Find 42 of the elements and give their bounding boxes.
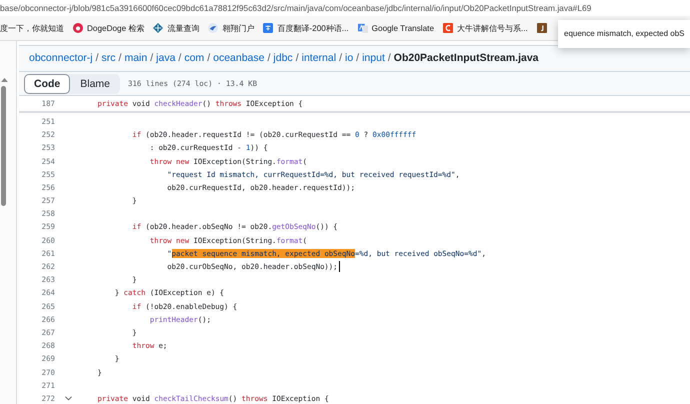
path-link[interactable]: obconnector-j bbox=[29, 52, 93, 64]
current-file-name: Ob20PacketInputStream.java bbox=[394, 52, 539, 64]
chevron-icon[interactable] bbox=[65, 396, 72, 401]
path-separator: / bbox=[339, 52, 342, 64]
path-link[interactable]: jdbc bbox=[273, 52, 293, 64]
bookmark-item[interactable]: 度一下，你就知道 bbox=[0, 22, 64, 34]
bookmark-item[interactable]: 流量查询 bbox=[153, 22, 200, 34]
path-link[interactable]: internal bbox=[302, 52, 336, 64]
path-separator: / bbox=[96, 52, 99, 64]
bookmark-item[interactable]: 翱翔门户 bbox=[208, 22, 254, 34]
view-tab[interactable]: Blame bbox=[70, 74, 120, 94]
path-separator: / bbox=[388, 52, 391, 64]
path-separator: / bbox=[118, 52, 122, 64]
find-popup: equence mismatch, expected obS bbox=[558, 20, 690, 48]
scroll-up-icon[interactable] bbox=[1, 77, 8, 82]
view-tab[interactable]: Code bbox=[24, 74, 70, 94]
path-separator: / bbox=[268, 52, 270, 64]
path-link[interactable]: com bbox=[184, 52, 204, 64]
bookmark-item[interactable]: 百度翻译-200种语... bbox=[263, 22, 349, 34]
path-separator: / bbox=[178, 52, 182, 64]
path-link[interactable]: oceanbase bbox=[213, 52, 264, 64]
path-link[interactable]: java bbox=[156, 52, 176, 64]
path-link[interactable]: input bbox=[362, 52, 385, 64]
path-separator: / bbox=[207, 52, 210, 64]
dog-face-icon bbox=[73, 23, 83, 33]
path-separator: / bbox=[356, 52, 360, 64]
path-separator: / bbox=[150, 52, 154, 64]
scrollbar-thumb[interactable] bbox=[1, 86, 6, 206]
bookmark-item[interactable]: 大牛讲解信号与系... bbox=[443, 22, 528, 34]
path-link[interactable]: src bbox=[102, 52, 116, 64]
bookmark-item[interactable]: Google Translate bbox=[358, 23, 434, 33]
c-letter-icon bbox=[443, 23, 453, 33]
diamond-icon bbox=[153, 23, 164, 33]
path-separator: / bbox=[296, 52, 299, 64]
bookmark-item[interactable] bbox=[536, 23, 547, 33]
bookmark-item[interactable]: DogeDoge 检索 bbox=[73, 22, 144, 34]
translate-icon bbox=[358, 23, 368, 33]
path-link[interactable]: main bbox=[124, 52, 148, 64]
book-icon bbox=[536, 23, 547, 33]
bird-icon bbox=[208, 23, 218, 33]
translate-icon bbox=[263, 23, 274, 33]
path-link[interactable]: io bbox=[344, 52, 354, 64]
